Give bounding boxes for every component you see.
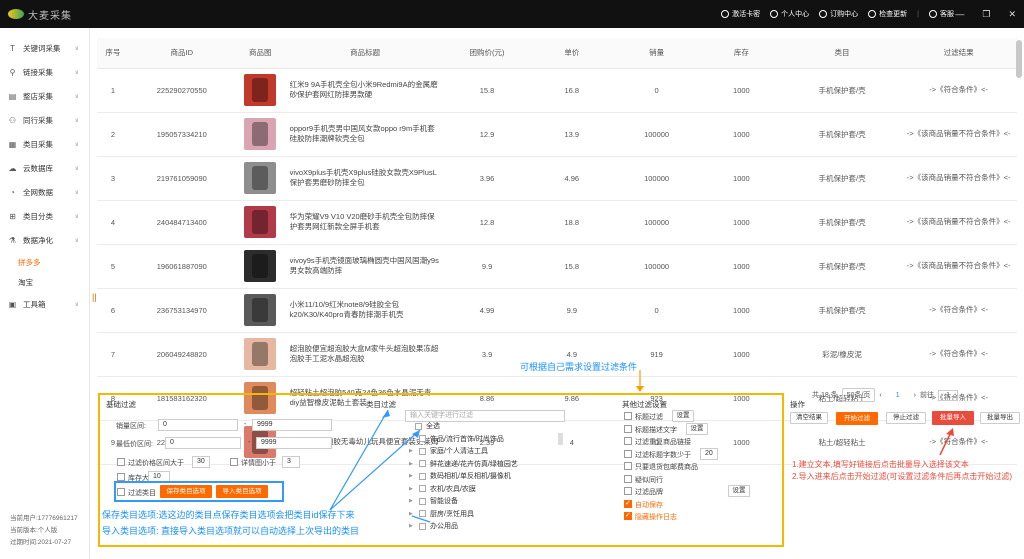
arrow-head-5	[946, 428, 954, 436]
annotation-arrows	[329, 370, 954, 523]
arrow-head-4	[636, 386, 644, 392]
arrow-line-3	[411, 515, 431, 523]
arrow-head-1	[382, 410, 390, 418]
arrow-line-1	[329, 409, 389, 511]
arrow-line-2	[329, 429, 421, 511]
